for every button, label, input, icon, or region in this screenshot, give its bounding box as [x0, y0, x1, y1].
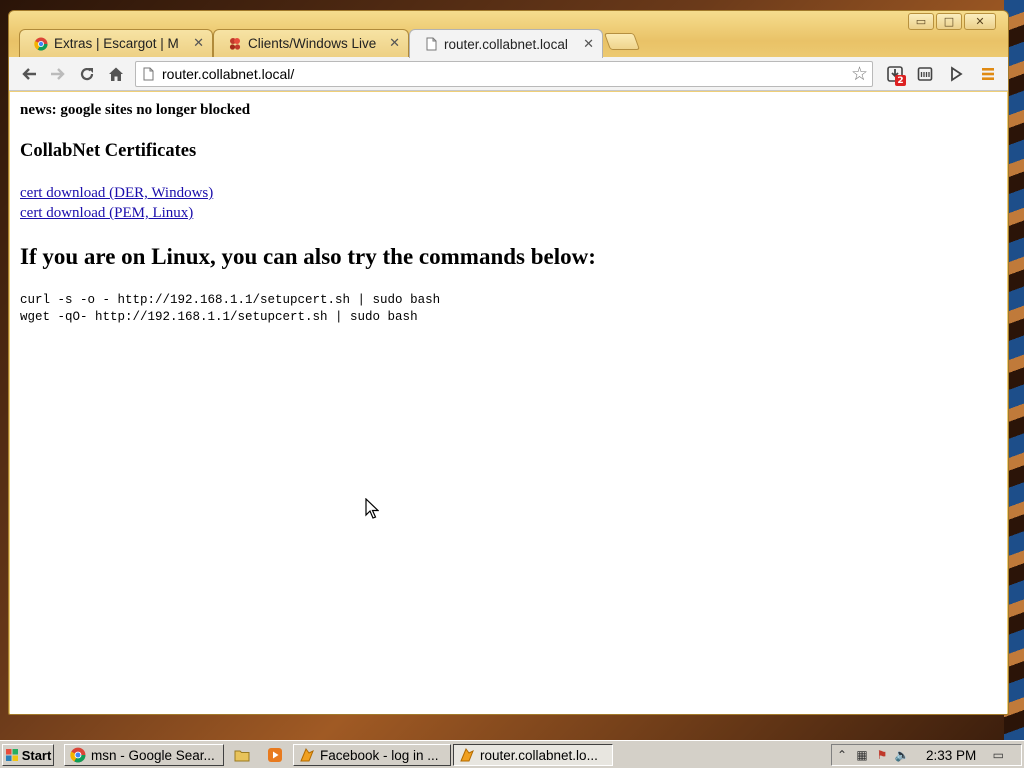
extension-button[interactable] — [914, 63, 936, 85]
minimize-button[interactable]: ▭ — [908, 13, 934, 30]
close-tab-icon[interactable]: ✕ — [193, 36, 204, 51]
close-tab-icon[interactable]: ✕ — [583, 37, 594, 52]
app-icon — [460, 748, 474, 762]
tab-strip: Extras | Escargot | M ✕ Clients/Windows … — [13, 29, 813, 58]
reload-button[interactable] — [76, 63, 98, 85]
tray-display-icon[interactable]: ▭ — [988, 748, 1008, 762]
back-button[interactable] — [18, 63, 40, 85]
tab-label: Extras | Escargot | M — [54, 36, 179, 51]
cert-download-der-link[interactable]: cert download (DER, Windows) — [20, 183, 213, 203]
tab-router-collabnet[interactable]: router.collabnet.local ✕ — [409, 29, 603, 58]
tab-extras-escargot[interactable]: Extras | Escargot | M ✕ — [19, 29, 213, 57]
taskbar-item-msn-google[interactable]: msn - Google Sear... — [64, 744, 224, 766]
task-label: Facebook - log in ... — [320, 747, 439, 763]
home-button[interactable] — [105, 63, 127, 85]
tray-expand-icon[interactable]: ⌃ — [832, 748, 852, 762]
close-window-button[interactable]: ✕ — [964, 13, 996, 30]
page-icon — [143, 67, 154, 84]
downloads-extension-button[interactable]: 2 — [883, 63, 907, 86]
commands-block: curl -s -o - http://192.168.1.1/setupcer… — [20, 292, 997, 326]
hamburger-menu-icon — [982, 68, 994, 80]
cert-links: cert download (DER, Windows) cert downlo… — [20, 183, 997, 223]
tab-clients-windows-live[interactable]: Clients/Windows Live ✕ — [213, 29, 409, 57]
news-line: news: google sites no longer blocked — [20, 102, 251, 118]
task-label: msn - Google Sear... — [91, 747, 215, 763]
tray-flag-icon[interactable]: ⚑ — [872, 748, 892, 762]
page-content: news: google sites no longer blocked Col… — [10, 92, 1007, 714]
quicklaunch-media-player-icon[interactable] — [266, 746, 284, 764]
chrome-icon — [34, 37, 48, 51]
tray-network-icon[interactable]: ▦ — [852, 748, 872, 762]
tab-label: router.collabnet.local — [444, 36, 568, 52]
forward-button[interactable] — [47, 63, 69, 85]
linux-heading: If you are on Linux, you can also try th… — [20, 244, 596, 269]
address-text: router.collabnet.local/ — [162, 66, 295, 82]
home-icon — [109, 67, 123, 81]
taskbar-item-facebook[interactable]: Facebook - log in ... — [293, 744, 451, 766]
mouse-cursor-icon — [365, 498, 379, 519]
taskbar-item-router-collabnet[interactable]: router.collabnet.lo... — [453, 744, 613, 766]
downloads-badge: 2 — [895, 75, 906, 86]
tray-volume-icon[interactable]: 🔈 — [892, 748, 912, 762]
curl-command: curl -s -o - http://192.168.1.1/setupcer… — [20, 293, 441, 307]
windows-flag-icon — [5, 749, 18, 761]
clock[interactable]: 2:33 PM — [926, 748, 976, 763]
app-icon — [300, 748, 314, 762]
back-arrow-icon — [22, 68, 36, 80]
wget-command: wget -qO- http://192.168.1.1/setupcert.s… — [20, 310, 418, 324]
browser-window: ▭ □ ✕ Extras | Escargot | M ✕ Clients/Wi… — [8, 10, 1009, 715]
system-tray: ⌃ ▦ ⚑ 🔈 2:33 PM ▭ — [831, 744, 1022, 766]
task-label: router.collabnet.lo... — [480, 747, 598, 763]
window-controls: ▭ □ ✕ — [908, 13, 996, 30]
taskbar: Start msn - Google Sear... Facebook - lo… — [0, 740, 1024, 768]
page-icon — [424, 37, 438, 51]
forward-arrow-icon — [51, 68, 65, 80]
play-extension-button[interactable] — [945, 63, 967, 85]
bookmark-star-icon[interactable]: ☆ — [851, 63, 868, 85]
new-tab-button[interactable] — [603, 33, 641, 50]
maximize-button[interactable]: □ — [936, 13, 962, 30]
tab-label: Clients/Windows Live — [248, 36, 377, 51]
quicklaunch-folder-icon[interactable] — [233, 746, 251, 764]
cert-heading: CollabNet Certificates — [20, 141, 197, 161]
start-label: Start — [21, 747, 52, 763]
msn-butterfly-icon — [228, 37, 242, 51]
calendar-grid-icon — [917, 67, 933, 81]
browser-toolbar: router.collabnet.local/ ☆ 2 — [9, 57, 1008, 91]
reload-icon — [80, 67, 94, 81]
cert-download-pem-link[interactable]: cert download (PEM, Linux) — [20, 203, 193, 223]
close-tab-icon[interactable]: ✕ — [389, 36, 400, 51]
chrome-menu-button[interactable] — [977, 63, 999, 85]
address-bar[interactable]: router.collabnet.local/ ☆ — [135, 61, 873, 87]
chrome-icon — [70, 747, 86, 763]
start-button[interactable]: Start — [2, 744, 54, 766]
play-icon — [951, 66, 963, 82]
